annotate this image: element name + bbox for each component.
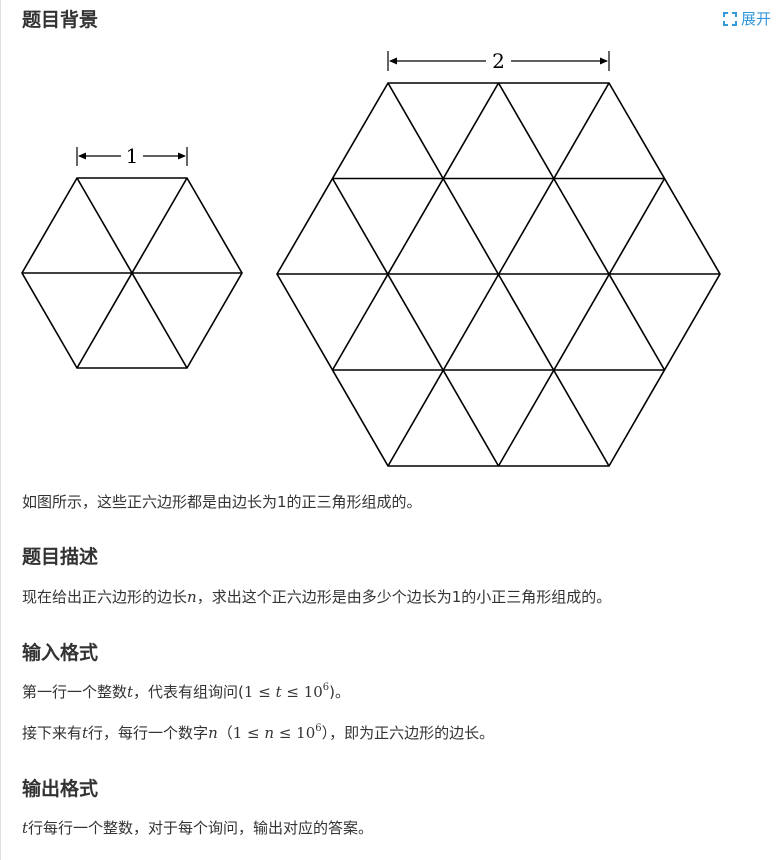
description-text: 现在给出正六边形的边长n，求出这个正六边形是由多少个边长为1的小正三角形组成的。 (22, 586, 611, 608)
expand-icon (722, 11, 737, 26)
expand-button[interactable]: 展开 (722, 8, 771, 29)
input-line-2-after: ，即为正六边形的边长。 (329, 724, 495, 742)
input-line-2-before: 接下来有 (22, 724, 83, 742)
background-caption: 如图所示，这些正六边形都是由边长为1的正三角形组成的。 (22, 493, 422, 511)
math-rhs: ≤ 10 (281, 683, 323, 701)
output-text-body: 行每行一个整数，对于每个询问，输出对应的答案。 (28, 819, 374, 837)
large-side-label: 2 (492, 49, 505, 73)
small-hexagon (21, 177, 243, 369)
input-line-2: 接下来有t行，每行一个数字n（1 ≤ n ≤ 106），即为正六边形的边长。 (22, 722, 494, 744)
input-line-1-before: 第一行一个整数 (22, 683, 128, 701)
math-var-n: n (264, 724, 275, 742)
hexagon-figure: 1 2 (0, 40, 781, 480)
output-text: t行每行一个整数，对于每个询问，输出对应的答案。 (22, 817, 373, 839)
description-text-before: 现在给出正六边形的边长 (22, 588, 188, 606)
var-n: n (187, 588, 197, 606)
math-rhs: ≤ 10 (274, 724, 316, 742)
paren-open: （ (217, 724, 233, 742)
input-line-1-middle: ，代表有组询问( (133, 683, 244, 701)
expand-label: 展开 (740, 10, 771, 28)
var-n: n (208, 724, 218, 742)
hexagon-diagram: 1 2 (21, 49, 721, 467)
description-title: 题目描述 (22, 546, 99, 568)
problem-page: 题目背景 展开 1 2 如图所示，这些正六边形都是由边长为1的正三角形组成的。 … (0, 0, 781, 860)
input-line-1-after: )。 (329, 683, 351, 701)
output-format-title: 输出格式 (22, 778, 99, 800)
math-lhs: 1 ≤ (243, 683, 276, 701)
input-line-2-middle: 行，每行一个数字 (88, 724, 209, 742)
input-line-1: 第一行一个整数t，代表有组询问(1 ≤ t ≤ 106)。 (22, 681, 350, 703)
math-lhs: 1 ≤ (232, 724, 265, 742)
background-title: 题目背景 (22, 9, 99, 31)
small-side-label: 1 (126, 144, 139, 168)
description-text-after: ，求出这个正六边形是由多少个边长为1的小正三角形组成的。 (196, 588, 612, 606)
input-format-title: 输入格式 (22, 642, 99, 664)
large-hexagon (276, 82, 721, 467)
